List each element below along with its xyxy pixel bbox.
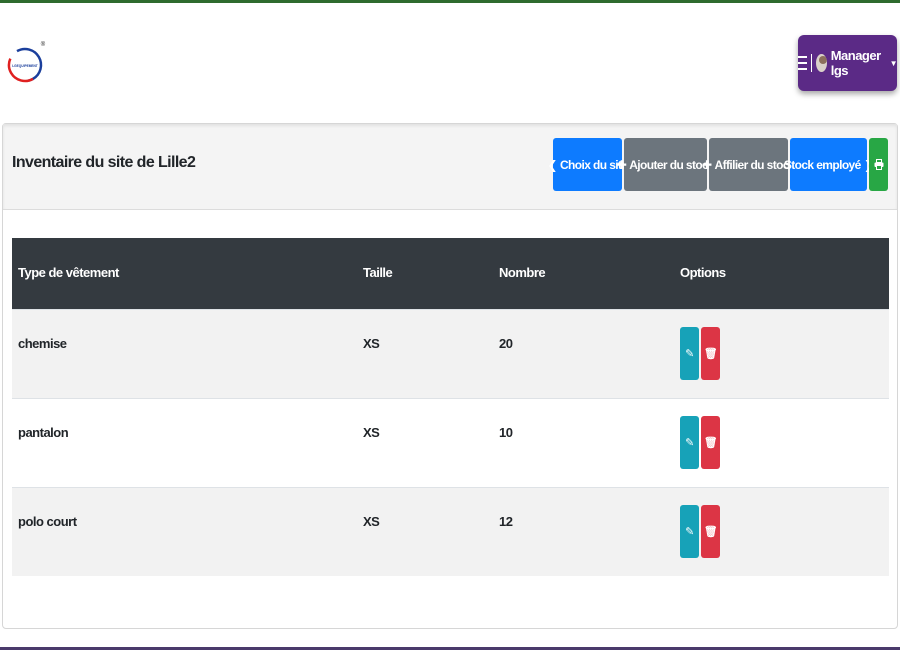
cell-count: 12	[499, 514, 513, 529]
assign-stock-button[interactable]: ✚ Affilier du stock	[702, 138, 796, 191]
cell-count: 20	[499, 336, 513, 351]
edit-button[interactable]: ✎	[680, 416, 699, 469]
cell-count: 10	[499, 425, 513, 440]
column-header-options: Options	[680, 265, 726, 280]
caret-down-icon: ▼	[889, 58, 898, 68]
table-row: pantalon XS 10 ✎ 🗑	[12, 398, 889, 487]
cell-size: XS	[363, 336, 380, 351]
table-header: Type de vêtement Taille Nombre Options	[12, 238, 889, 309]
column-header-type: Type de vêtement	[18, 265, 119, 280]
inventory-table: Type de vêtement Taille Nombre Options c…	[12, 238, 889, 576]
table-row: polo court XS 12 ✎ 🗑	[12, 487, 889, 576]
choose-site-button[interactable]: ❮ Choix du site	[548, 138, 628, 191]
delete-button[interactable]: 🗑	[701, 505, 720, 558]
column-header-count: Nombre	[499, 265, 546, 280]
cell-type: chemise	[18, 336, 67, 351]
delete-button[interactable]: 🗑	[701, 327, 720, 380]
row-options: ✎ 🗑	[680, 505, 720, 558]
pencil-icon: ✎	[685, 526, 694, 538]
chevron-left-icon: ❮	[547, 157, 558, 172]
page-title: Inventaire du site de Lille2	[12, 154, 196, 171]
trash-icon: 🗑	[703, 437, 718, 449]
card-header: Inventaire du site de Lille2 ❮ Choix du …	[3, 124, 897, 210]
row-options: ✎ 🗑	[680, 416, 720, 469]
divider	[811, 54, 812, 72]
avatar	[815, 54, 827, 72]
page: LGEQUIPEMENT ® Manager lgs ▼ Inventaire …	[0, 0, 900, 650]
svg-text:®: ®	[41, 41, 46, 48]
action-buttons: ❮ Choix du site ✚ Ajouter du stock ✚ Aff…	[548, 138, 888, 191]
hamburger-menu-icon	[798, 56, 807, 70]
pencil-icon: ✎	[685, 437, 694, 449]
cell-size: XS	[363, 514, 380, 529]
plus-icon: ✚	[702, 157, 712, 172]
edit-button[interactable]: ✎	[680, 505, 699, 558]
user-name: Manager lgs	[830, 48, 881, 78]
add-stock-button[interactable]: ✚ Ajouter du stock	[617, 138, 715, 191]
delete-button[interactable]: 🗑	[701, 416, 720, 469]
plus-icon: ✚	[616, 157, 627, 172]
company-logo[interactable]: LGEQUIPEMENT ®	[6, 39, 46, 87]
column-header-size: Taille	[363, 265, 393, 280]
employee-stock-label: Stock employé	[783, 157, 862, 172]
employee-stock-button[interactable]: Stock employé ❯	[784, 138, 874, 191]
table-row: chemise XS 20 ✎ 🗑	[12, 309, 889, 398]
trash-icon: 🗑	[703, 348, 718, 360]
top-navbar: LGEQUIPEMENT ® Manager lgs ▼	[0, 3, 900, 120]
pencil-icon: ✎	[685, 348, 694, 360]
trash-icon: 🗑	[703, 526, 718, 538]
cell-type: pantalon	[18, 425, 69, 440]
row-options: ✎ 🗑	[680, 327, 720, 380]
edit-button[interactable]: ✎	[680, 327, 699, 380]
svg-text:LGEQUIPEMENT: LGEQUIPEMENT	[12, 64, 38, 68]
inventory-card: Inventaire du site de Lille2 ❮ Choix du …	[2, 123, 898, 629]
print-button[interactable]	[869, 138, 888, 191]
print-icon	[874, 159, 883, 170]
user-menu-button[interactable]: Manager lgs ▼	[798, 35, 898, 91]
cell-type: polo court	[18, 514, 77, 529]
cell-size: XS	[363, 425, 380, 440]
